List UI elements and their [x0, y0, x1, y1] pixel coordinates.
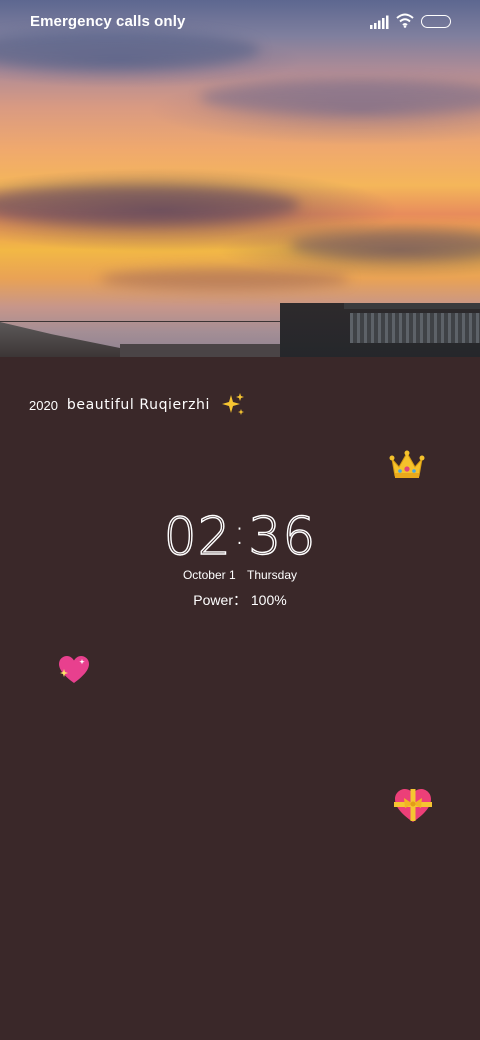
sparkling-heart-emoji-icon	[59, 656, 89, 683]
clock-minutes: 36	[248, 506, 317, 567]
clock-hours: 02	[163, 506, 232, 567]
building-silhouette	[0, 322, 130, 357]
battery-power-line: Power： 100%	[0, 590, 480, 610]
sparkles-icon	[222, 393, 245, 415]
signal-icon	[370, 15, 389, 29]
weekday-text: Thursday	[247, 568, 298, 582]
greeting-text: beautiful Ruqierzhi	[66, 397, 211, 413]
date-text: October 1	[182, 568, 236, 582]
wallpaper-image	[0, 0, 480, 357]
heart-with-ribbon-emoji-icon	[394, 789, 432, 822]
power-label: Power：	[193, 592, 247, 608]
power-value: 100%	[250, 592, 287, 608]
lockscreen-clock: 02:36	[163, 506, 317, 567]
crown-emoji-icon	[389, 450, 425, 478]
greeting-year: 2020	[29, 397, 58, 413]
battery-icon	[421, 15, 451, 28]
status-bar: Emergency calls only	[0, 0, 480, 44]
wifi-icon	[396, 13, 414, 28]
carrier-status-text: Emergency calls only	[30, 13, 186, 30]
building-silhouette	[280, 303, 480, 357]
lockscreen-greeting: 2020 beautiful Ruqierzhi	[29, 392, 246, 418]
date-line: October 1 Thursday	[0, 568, 480, 582]
building-silhouette	[120, 344, 290, 357]
